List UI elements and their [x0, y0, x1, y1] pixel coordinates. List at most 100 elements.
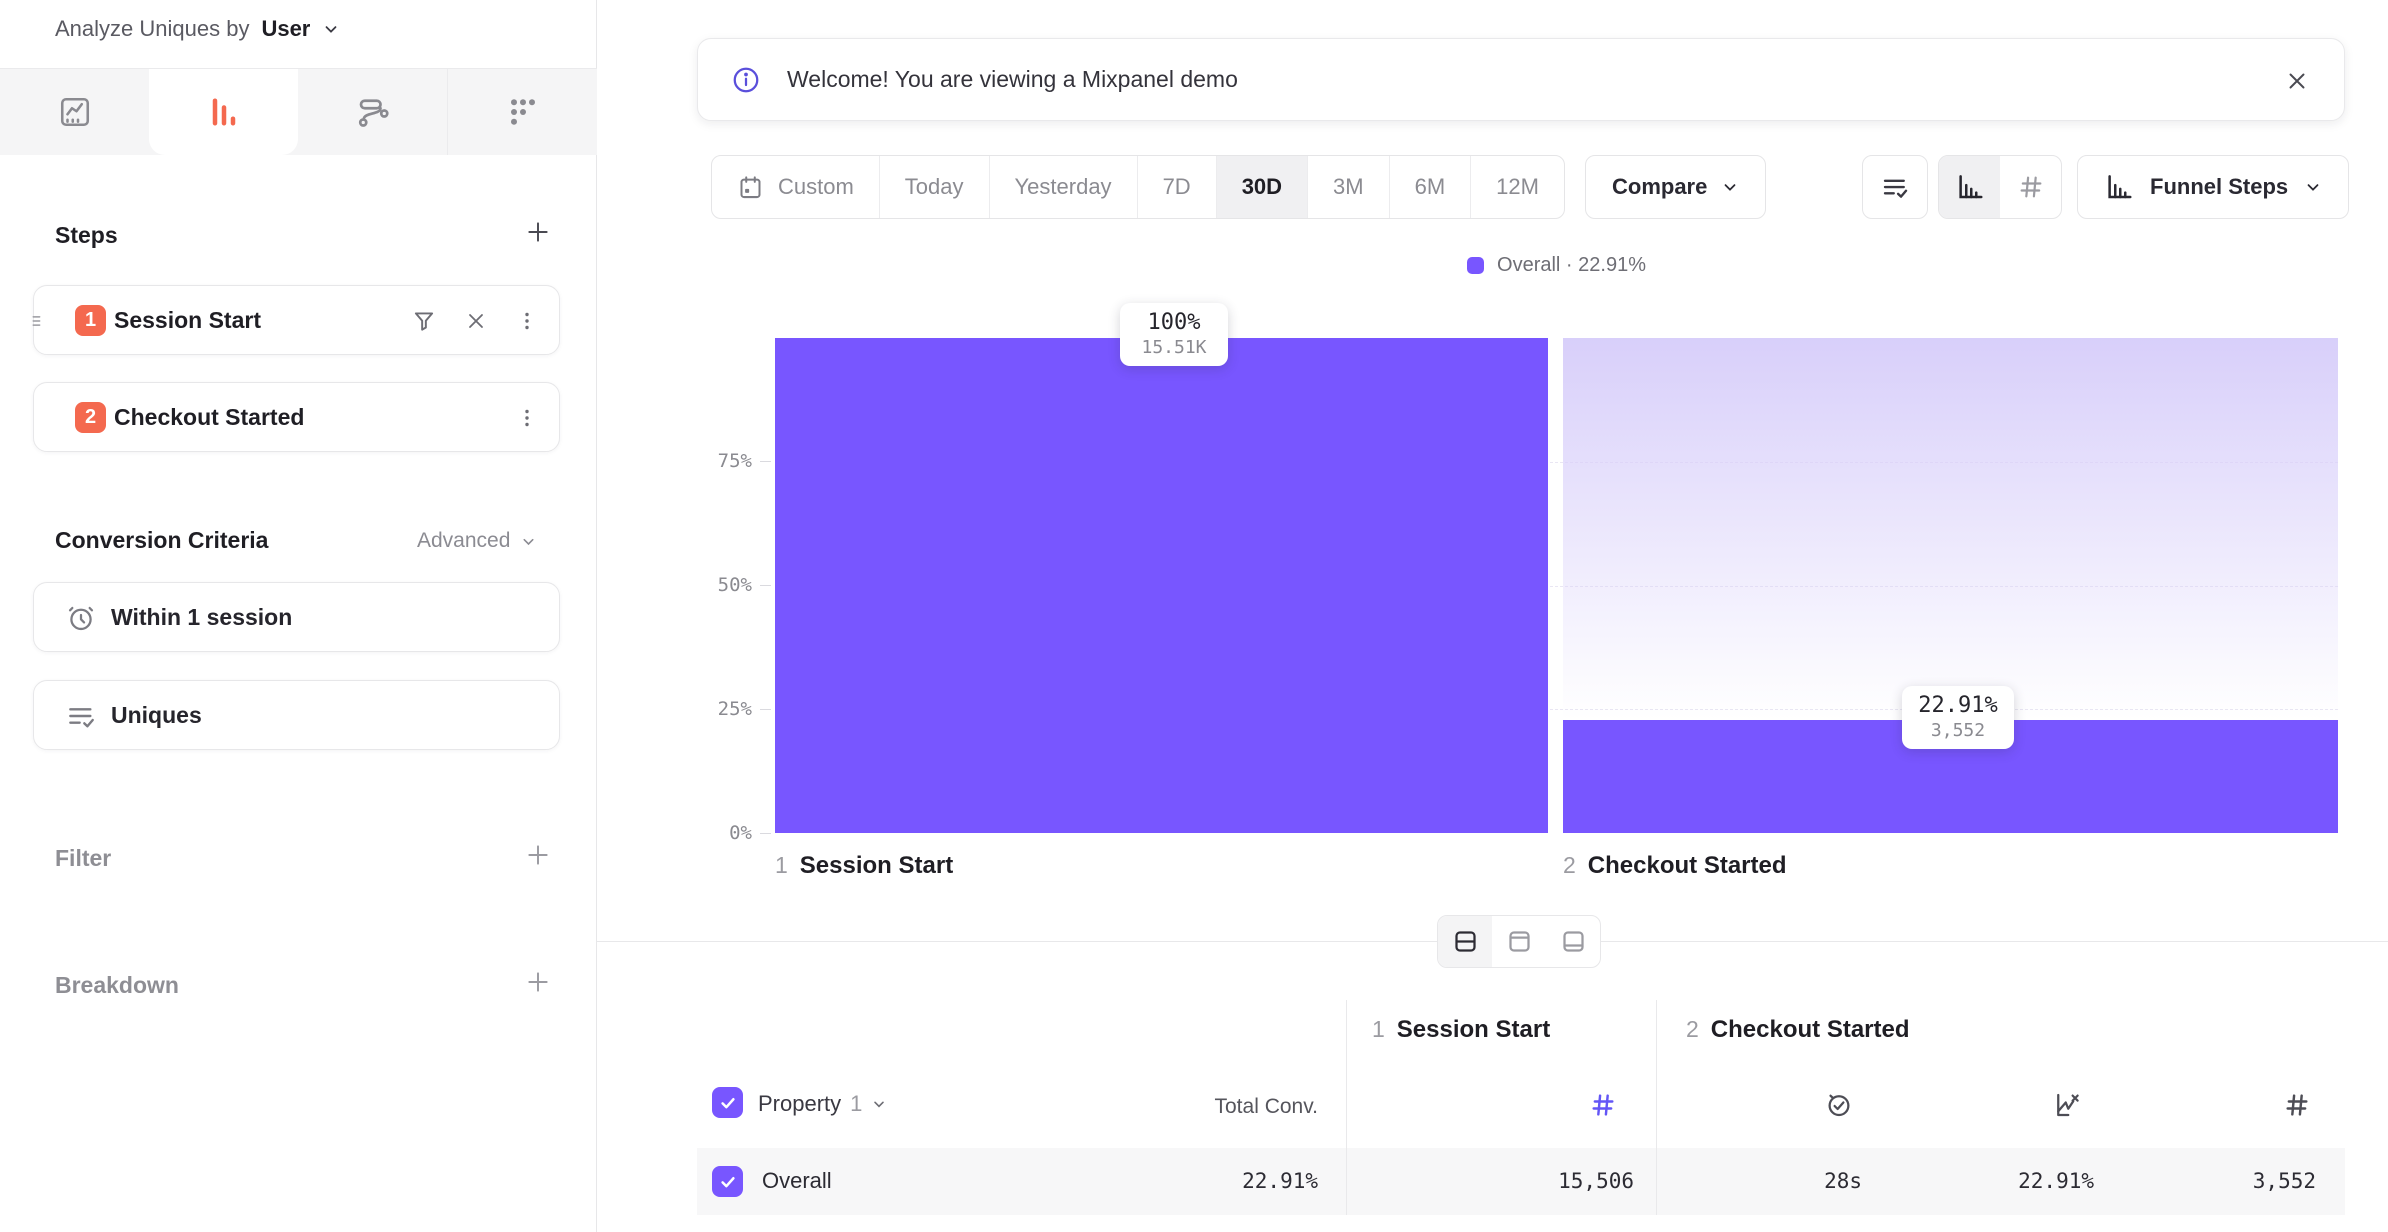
date-range-label: 7D: [1163, 174, 1191, 200]
date-range-custom[interactable]: Custom: [712, 156, 879, 218]
analyze-uniques-selector[interactable]: Analyze Uniques by User: [55, 16, 340, 42]
date-range-label: 12M: [1496, 174, 1539, 200]
remove-step-button[interactable]: [461, 306, 491, 336]
add-filter-button[interactable]: [521, 838, 555, 872]
property-label: Property: [758, 1091, 841, 1117]
date-range-6m[interactable]: 6M: [1389, 156, 1471, 218]
x-axis-step-label: 2 Checkout Started: [1563, 852, 1787, 880]
date-range-today[interactable]: Today: [879, 156, 989, 218]
y-axis-tick: [760, 461, 771, 462]
date-range-3m[interactable]: 3M: [1307, 156, 1389, 218]
cell-session-start-uniques: 15,506: [1414, 1169, 1634, 1193]
uniques-count-column-icon[interactable]: [1588, 1090, 1618, 1120]
add-step-button[interactable]: [521, 215, 555, 249]
bar-percent-label: 100%: [1135, 310, 1213, 335]
counting-method-label: Uniques: [111, 702, 202, 729]
chart-type-label: Funnel Steps: [2150, 174, 2288, 200]
step-options-kebab-icon[interactable]: [512, 306, 542, 336]
y-axis-tick-label: 25%: [682, 698, 752, 720]
tab-flows[interactable]: [298, 69, 447, 155]
funnel-column-checkout-started: [1563, 338, 2338, 833]
filter-section-title: Filter: [55, 845, 111, 872]
table-column-divider: [1346, 1000, 1347, 1215]
row-checkbox[interactable]: [712, 1166, 743, 1197]
close-icon[interactable]: [2282, 66, 2312, 96]
property-column-header[interactable]: Property 1: [758, 1091, 887, 1117]
steps-section-title: Steps: [55, 222, 118, 249]
bar-chart-axis-icon: [1955, 172, 1985, 202]
tab-insights[interactable]: [0, 69, 149, 155]
select-all-checkbox[interactable]: [712, 1087, 743, 1118]
date-range-12m[interactable]: 12M: [1470, 156, 1564, 218]
step-number-badge: 1: [75, 305, 106, 336]
date-range-7d[interactable]: 7D: [1137, 156, 1216, 218]
bar-value-tooltip: 100% 15.51K: [1120, 303, 1228, 366]
analyze-value: User: [261, 16, 310, 42]
date-range-picker: Custom Today Yesterday 7D 30D 3M 6M 12M: [711, 155, 1565, 219]
table-row-overall[interactable]: Overall 22.91% 15,506 28s 22.91% 3,552: [697, 1148, 2345, 1215]
y-axis-tick: [760, 585, 771, 586]
funnel-report-page: Analyze Uniques by User: [0, 0, 2388, 1232]
analyze-label: Analyze Uniques by: [55, 16, 249, 42]
funnel-bar-chart: 100% 15.51K 22.91% 3,552: [775, 338, 2338, 833]
format-number-button[interactable]: [2000, 156, 2061, 218]
calendar-icon: [737, 174, 764, 201]
funnel-bars-icon: [206, 94, 242, 130]
layout-split-button[interactable]: [1438, 916, 1492, 967]
step-card-checkout-started[interactable]: 2 Checkout Started: [33, 382, 560, 452]
y-axis-tick: [760, 833, 771, 834]
y-axis-tick-label: 0%: [682, 822, 752, 844]
step-card-session-start[interactable]: 1 Session Start: [33, 285, 560, 355]
hash-icon: [2017, 173, 2045, 201]
conversion-rate-column-icon[interactable]: [2052, 1090, 2082, 1120]
bar-value-tooltip: 22.91% 3,552: [1902, 686, 2014, 749]
avg-time-column-icon[interactable]: [1824, 1090, 1854, 1120]
advanced-label: Advanced: [417, 529, 510, 553]
advanced-dropdown[interactable]: Advanced: [417, 529, 537, 553]
add-breakdown-button[interactable]: [521, 965, 555, 999]
layout-chart-only-button[interactable]: [1492, 916, 1546, 967]
uniques-count-column-icon[interactable]: [2282, 1090, 2312, 1120]
group-name: Checkout Started: [1711, 1016, 1910, 1044]
counting-method-card[interactable]: Uniques: [33, 680, 560, 750]
step-options-kebab-icon[interactable]: [512, 403, 542, 433]
format-percent-bars-button[interactable]: [1939, 156, 2000, 218]
bar-chart-axis-icon: [2104, 172, 2134, 202]
cell-checkout-uniques: 3,552: [2096, 1169, 2316, 1193]
date-range-label: 30D: [1242, 174, 1282, 200]
compare-button[interactable]: Compare: [1585, 155, 1766, 219]
list-check-icon: [65, 700, 97, 732]
tab-retention[interactable]: [447, 69, 597, 155]
date-range-30d[interactable]: 30D: [1216, 156, 1307, 218]
funnel-bar-session-start[interactable]: [775, 338, 1548, 833]
x-axis-step-label: 1 Session Start: [775, 852, 953, 880]
metric-uniques-button[interactable]: [1862, 155, 1928, 219]
conversion-window-card[interactable]: Within 1 session: [33, 582, 560, 652]
bar-count-label: 3,552: [1917, 720, 1999, 741]
banner-message: Welcome! You are viewing a Mixpanel demo: [787, 66, 1238, 93]
info-icon: [731, 65, 761, 95]
table-column-divider: [1656, 1000, 1657, 1215]
cell-total-conv: 22.91%: [1098, 1169, 1318, 1193]
alarm-clock-icon: [65, 602, 97, 634]
bar-percent-label: 22.91%: [1917, 693, 1999, 718]
chart-type-dropdown[interactable]: Funnel Steps: [2077, 155, 2349, 219]
dropoff-gradient: [1563, 338, 2338, 720]
layout-table-only-button[interactable]: [1546, 916, 1600, 967]
bar-count-label: 15.51K: [1135, 337, 1213, 358]
filter-step-button[interactable]: [409, 306, 439, 336]
drag-handle-icon[interactable]: [25, 310, 47, 332]
row-name: Overall: [762, 1168, 832, 1194]
breakdown-section-title: Breakdown: [55, 972, 179, 999]
date-range-yesterday[interactable]: Yesterday: [989, 156, 1137, 218]
conversion-criteria-title: Conversion Criteria: [55, 527, 268, 554]
tab-funnels[interactable]: [149, 69, 298, 155]
group-number: 1: [1372, 1016, 1385, 1043]
date-range-label: Today: [905, 174, 964, 200]
property-index: 1: [850, 1091, 862, 1117]
chart-legend[interactable]: Overall · 22.91%: [775, 254, 2338, 277]
report-type-tabbar: [0, 68, 597, 155]
group-number: 2: [1686, 1016, 1699, 1043]
step-number: 2: [1563, 852, 1576, 879]
value-format-toggle: [1938, 155, 2062, 219]
